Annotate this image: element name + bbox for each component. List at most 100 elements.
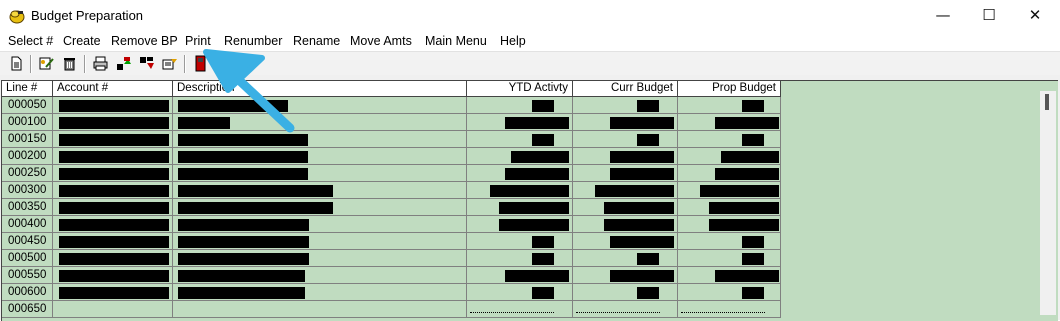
redacted-value (505, 270, 569, 282)
line-number-cell[interactable]: 000400 (2, 216, 53, 233)
move-up-icon[interactable] (115, 55, 132, 72)
menu-renumber[interactable]: Renumber (224, 34, 282, 48)
redacted-value (709, 219, 779, 231)
ytd-activity-cell[interactable] (467, 233, 573, 250)
menu-rename[interactable]: Rename (293, 34, 340, 48)
prop-budget-cell[interactable] (678, 301, 781, 318)
vertical-scrollbar[interactable] (1040, 91, 1056, 315)
redacted-value (178, 202, 333, 214)
redacted-value (715, 168, 779, 180)
table-row[interactable]: 000600 (2, 284, 781, 301)
column-header-account[interactable]: Account # (53, 81, 173, 97)
title-bar: Budget Preparation — ☐ ✕ (0, 0, 1060, 32)
line-number-cell[interactable]: 000250 (2, 165, 53, 182)
redacted-value (499, 219, 569, 231)
redacted-value (59, 151, 169, 163)
table-row[interactable]: 000250 (2, 165, 781, 182)
menu-select[interactable]: Select # (8, 34, 53, 48)
toolbar (0, 51, 1060, 76)
line-number-cell[interactable]: 000550 (2, 267, 53, 284)
close-button[interactable]: ✕ (1012, 0, 1058, 32)
line-number-cell[interactable]: 000650 (2, 301, 53, 318)
table-row[interactable]: 000100 (2, 114, 781, 131)
menu-help[interactable]: Help (500, 34, 526, 48)
column-header-ytd-activity[interactable]: YTD Activty (467, 81, 573, 97)
menu-main-menu[interactable]: Main Menu (425, 34, 487, 48)
edit-tool-icon[interactable] (38, 55, 55, 72)
ytd-activity-cell[interactable] (467, 250, 573, 267)
new-document-icon[interactable] (8, 55, 25, 72)
line-number-cell[interactable]: 000600 (2, 284, 53, 301)
curr-budget-cell[interactable] (573, 131, 678, 148)
line-number-cell[interactable]: 000350 (2, 199, 53, 216)
ytd-activity-cell[interactable] (467, 301, 573, 318)
exit-door-icon[interactable] (192, 55, 209, 72)
scroll-thumb[interactable] (1045, 94, 1049, 110)
line-number-cell[interactable]: 000200 (2, 148, 53, 165)
empty-value-placeholder (470, 312, 554, 313)
ytd-activity-cell[interactable] (467, 284, 573, 301)
menu-print[interactable]: Print (185, 34, 211, 48)
redacted-value (511, 151, 569, 163)
curr-budget-cell[interactable] (573, 250, 678, 267)
column-header-curr-budget[interactable]: Curr Budget (573, 81, 678, 97)
menu-create[interactable]: Create (63, 34, 101, 48)
redacted-value (59, 185, 169, 197)
print-icon[interactable] (92, 55, 109, 72)
prop-budget-cell[interactable] (678, 250, 781, 267)
empty-value-placeholder (681, 312, 765, 313)
redacted-value (178, 270, 305, 282)
column-header-prop-budget[interactable]: Prop Budget (678, 81, 781, 97)
table-row[interactable]: 000050 (2, 97, 781, 114)
ytd-activity-cell[interactable] (467, 131, 573, 148)
menu-remove-bp[interactable]: Remove BP (111, 34, 178, 48)
line-number-cell[interactable]: 000050 (2, 97, 53, 114)
column-header-description[interactable]: Description (173, 81, 467, 97)
redacted-value (742, 253, 764, 265)
redacted-value (610, 236, 674, 248)
menu-move-amts[interactable]: Move Amts (350, 34, 412, 48)
maximize-button[interactable]: ☐ (966, 0, 1012, 32)
table-row[interactable]: 000200 (2, 148, 781, 165)
transfer-icon[interactable] (161, 55, 178, 72)
table-row[interactable]: 000650 (2, 301, 781, 318)
table-row[interactable]: 000400 (2, 216, 781, 233)
table-row[interactable]: 000550 (2, 267, 781, 284)
redacted-value (595, 185, 674, 197)
redacted-value (59, 117, 169, 129)
prop-budget-cell[interactable] (678, 131, 781, 148)
prop-budget-cell[interactable] (678, 284, 781, 301)
description-cell[interactable] (173, 301, 467, 318)
table-row[interactable]: 000350 (2, 199, 781, 216)
table-row[interactable]: 000150 (2, 131, 781, 148)
menu-bar: Select # Create Remove BP Print Renumber… (0, 32, 1060, 51)
line-number-cell[interactable]: 000100 (2, 114, 53, 131)
move-down-icon[interactable] (138, 55, 155, 72)
line-number-cell[interactable]: 000450 (2, 233, 53, 250)
minimize-button[interactable]: — (920, 0, 966, 32)
table-row[interactable]: 000450 (2, 233, 781, 250)
table-row[interactable]: 000500 (2, 250, 781, 267)
line-number-cell[interactable]: 000150 (2, 131, 53, 148)
redacted-value (178, 253, 309, 265)
redacted-value (178, 151, 308, 163)
ytd-activity-cell[interactable] (467, 97, 573, 114)
prop-budget-cell[interactable] (678, 233, 781, 250)
curr-budget-cell[interactable] (573, 284, 678, 301)
account-cell[interactable] (53, 301, 173, 318)
budget-grid[interactable]: Line # Account # Description YTD Activty… (1, 80, 1058, 321)
prop-budget-cell[interactable] (678, 97, 781, 114)
line-number-cell[interactable]: 000300 (2, 182, 53, 199)
redacted-value (610, 151, 674, 163)
redacted-value (742, 134, 764, 146)
budget-grid-frame: Line # Account # Description YTD Activty… (0, 75, 1060, 321)
table-row[interactable]: 000300 (2, 182, 781, 199)
redacted-value (610, 168, 674, 180)
redacted-value (604, 202, 674, 214)
trash-icon[interactable] (61, 55, 78, 72)
curr-budget-cell[interactable] (573, 97, 678, 114)
column-header-line[interactable]: Line # (2, 81, 53, 97)
curr-budget-cell[interactable] (573, 301, 678, 318)
redacted-value (532, 236, 554, 248)
line-number-cell[interactable]: 000500 (2, 250, 53, 267)
